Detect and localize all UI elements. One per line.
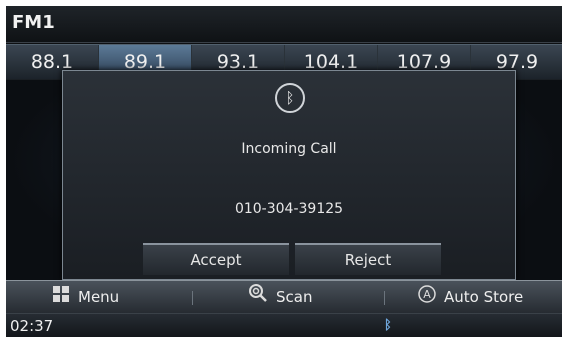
divider <box>384 291 385 305</box>
accept-button[interactable]: Accept <box>143 243 289 275</box>
auto-store-label: Auto Store <box>444 288 524 306</box>
clock: 02:37 <box>10 317 54 335</box>
menu-label: Menu <box>78 288 120 306</box>
popup-title: Incoming Call <box>241 141 337 157</box>
scan-label: Scan <box>276 288 313 306</box>
menu-button[interactable]: Menu <box>52 281 119 313</box>
bluetooth-status-icon: ᛒ <box>384 318 392 333</box>
svg-text:A: A <box>423 288 431 301</box>
divider <box>192 291 193 305</box>
header-bar: FM1 <box>6 6 562 43</box>
scan-icon <box>248 282 268 314</box>
head-unit-screen: FM1 88.1 89.1 93.1 104.1 107.9 97.9 ᛒ In… <box>6 6 562 337</box>
reject-button[interactable]: Reject <box>295 243 441 275</box>
scan-button[interactable]: Scan <box>248 281 312 313</box>
grid-menu-icon <box>52 282 70 314</box>
auto-store-button[interactable]: A Auto Store <box>418 281 523 313</box>
auto-store-icon: A <box>418 282 436 314</box>
bottom-menu-bar: Menu Scan A Auto Store <box>6 280 562 313</box>
status-bar: 02:37 ᛒ <box>6 313 562 337</box>
band-title: FM1 <box>12 12 55 33</box>
incoming-call-popup: ᛒ Incoming Call 010-304-39125 Accept Rej… <box>62 70 516 280</box>
caller-number: 010-304-39125 <box>234 201 344 217</box>
bluetooth-icon: ᛒ <box>275 83 305 113</box>
